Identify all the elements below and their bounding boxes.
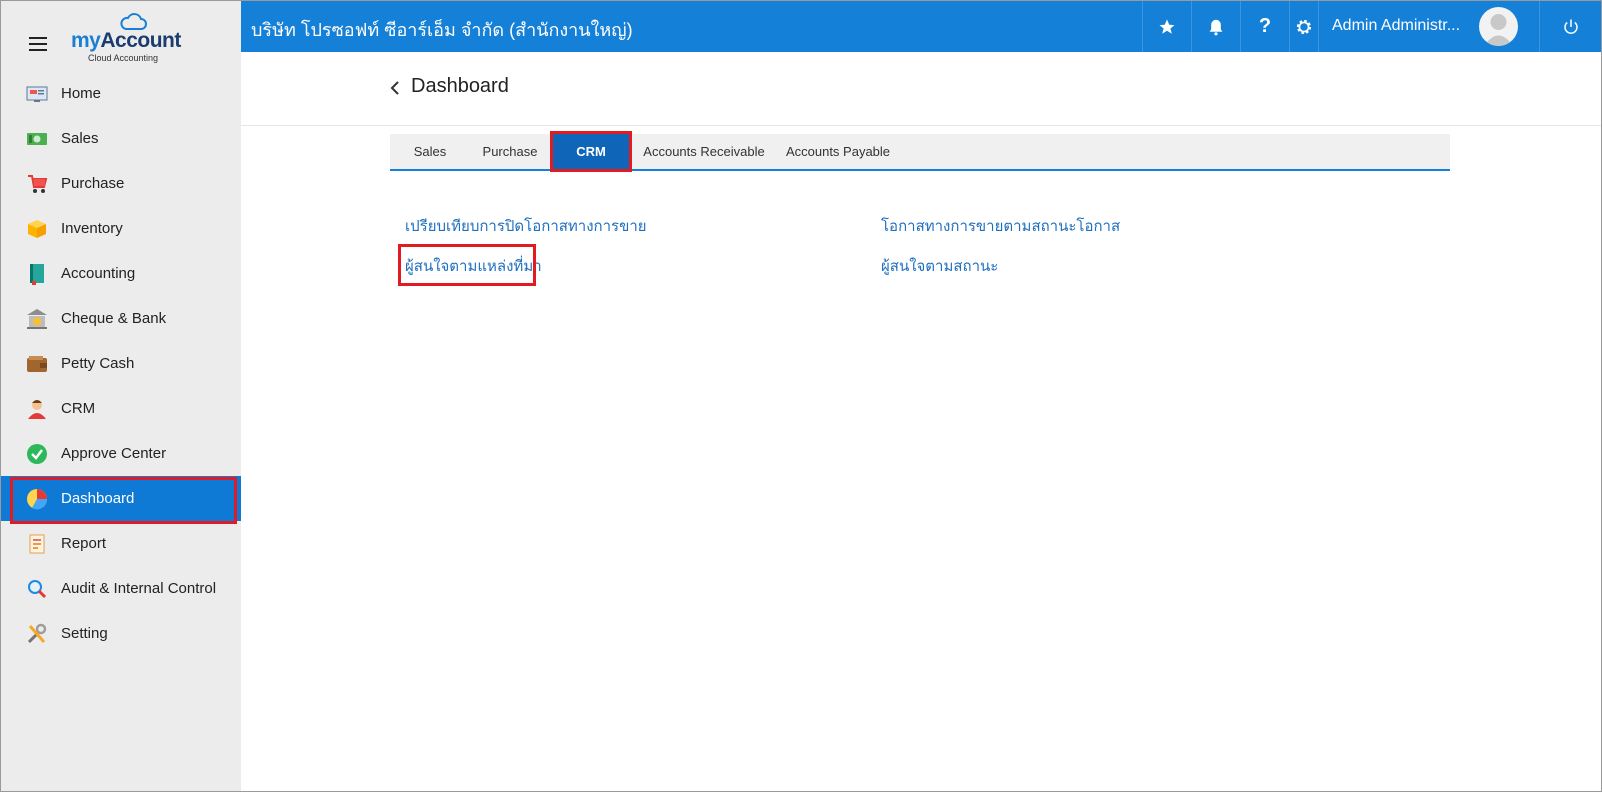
sidebar-item-label: Petty Cash (61, 355, 135, 372)
power-icon (1563, 19, 1578, 34)
book-icon (25, 262, 49, 286)
sidebar-item-sales[interactable]: Sales (1, 116, 241, 161)
company-name: บริษัท โปรซอฟท์ ซีอาร์เอ็ม จำกัด (สำนักง… (251, 20, 633, 40)
sidebar-item-label: Home (61, 85, 102, 102)
settings-button[interactable] (1289, 1, 1318, 52)
sidebar-item-approve-center[interactable]: Approve Center (1, 431, 241, 476)
pie-chart-icon (25, 487, 49, 511)
gear-icon (1296, 19, 1312, 34)
sidebar-item-dashboard[interactable]: Dashboard (1, 476, 241, 524)
sidebar: myAccount Cloud Accounting Home Sales Pu… (1, 1, 241, 791)
report-icon (25, 532, 49, 556)
sidebar-nav: Home Sales Purchase Inventory Accounting (1, 71, 241, 656)
logo-subtitle: Cloud Accounting (88, 53, 159, 63)
report-link-close-comparison[interactable]: เปรียบเทียบการปิดโอกาสทางการขาย (405, 214, 647, 238)
user-menu[interactable]: Admin Administr... (1318, 1, 1538, 52)
sidebar-item-label: Sales (61, 130, 99, 147)
report-link-leads-by-source[interactable]: ผู้สนใจตามแหล่งที่มา (405, 254, 542, 278)
sidebar-item-setting[interactable]: Setting (1, 611, 241, 656)
cart-icon (25, 172, 49, 196)
notifications-button[interactable] (1191, 1, 1240, 52)
sidebar-item-label: Approve Center (61, 445, 167, 462)
sidebar-item-label: Setting (61, 625, 108, 642)
sidebar-item-label: Cheque & Bank (61, 310, 167, 327)
sidebar-item-petty-cash[interactable]: Petty Cash (1, 341, 241, 386)
logo: myAccount Cloud Accounting (71, 13, 191, 67)
top-bar: บริษัท โปรซอฟท์ ซีอาร์เอ็ม จำกัด (สำนักง… (241, 1, 1601, 52)
sidebar-item-purchase[interactable]: Purchase (1, 161, 241, 206)
sidebar-item-audit[interactable]: Audit & Internal Control (1, 566, 241, 611)
tab-purchase[interactable]: Purchase (470, 134, 550, 169)
sidebar-item-label: Audit & Internal Control (61, 580, 217, 597)
help-button[interactable]: ? (1240, 1, 1289, 52)
tab-accounts-payable[interactable]: Accounts Payable (776, 134, 900, 169)
box-icon (25, 217, 49, 241)
sidebar-item-crm[interactable]: CRM (1, 386, 241, 431)
menu-icon[interactable] (29, 37, 47, 51)
tab-sales[interactable]: Sales (390, 134, 470, 169)
page-title: Dashboard (411, 75, 509, 97)
brand-area: myAccount Cloud Accounting (1, 1, 241, 71)
dashboard-tabs: Sales Purchase CRM Accounts Receivable A… (390, 131, 1450, 172)
logo-text: myAccount (71, 29, 181, 52)
sidebar-item-report[interactable]: Report (1, 521, 241, 566)
sidebar-item-home[interactable]: Home (1, 71, 241, 116)
report-link-leads-by-status[interactable]: ผู้สนใจตามสถานะ (881, 254, 998, 278)
check-circle-icon (25, 442, 49, 466)
magnifier-icon (25, 577, 49, 601)
sidebar-item-label: Report (61, 535, 107, 552)
sidebar-item-accounting[interactable]: Accounting (1, 251, 241, 296)
home-icon (25, 82, 49, 106)
report-link-opportunities-by-status[interactable]: โอกาสทางการขายตามสถานะโอกาส (881, 214, 1120, 238)
sidebar-item-label: Inventory (61, 220, 123, 237)
tab-crm[interactable]: CRM (550, 131, 632, 172)
wallet-icon (25, 352, 49, 376)
user-name: Admin Administr... (1332, 17, 1461, 34)
page-header: Dashboard (241, 52, 1601, 126)
tab-accounts-receivable[interactable]: Accounts Receivable (632, 134, 776, 169)
sales-icon (25, 127, 49, 151)
sidebar-item-label: Accounting (61, 265, 136, 282)
favorites-button[interactable] (1142, 1, 1191, 52)
logout-button[interactable] (1539, 1, 1601, 52)
bell-icon (1209, 19, 1223, 35)
sidebar-item-label: Purchase (61, 175, 125, 192)
avatar[interactable] (1479, 7, 1518, 46)
help-icon: ? (1258, 15, 1272, 37)
person-icon (25, 397, 49, 421)
tools-icon (25, 622, 49, 646)
sidebar-item-label: CRM (61, 400, 96, 417)
bank-icon (25, 307, 49, 331)
sidebar-item-label: Dashboard (61, 490, 135, 507)
sidebar-item-cheque-bank[interactable]: Cheque & Bank (1, 296, 241, 341)
chevron-left-icon[interactable] (389, 80, 401, 96)
sidebar-item-inventory[interactable]: Inventory (1, 206, 241, 251)
star-icon (1159, 19, 1175, 34)
